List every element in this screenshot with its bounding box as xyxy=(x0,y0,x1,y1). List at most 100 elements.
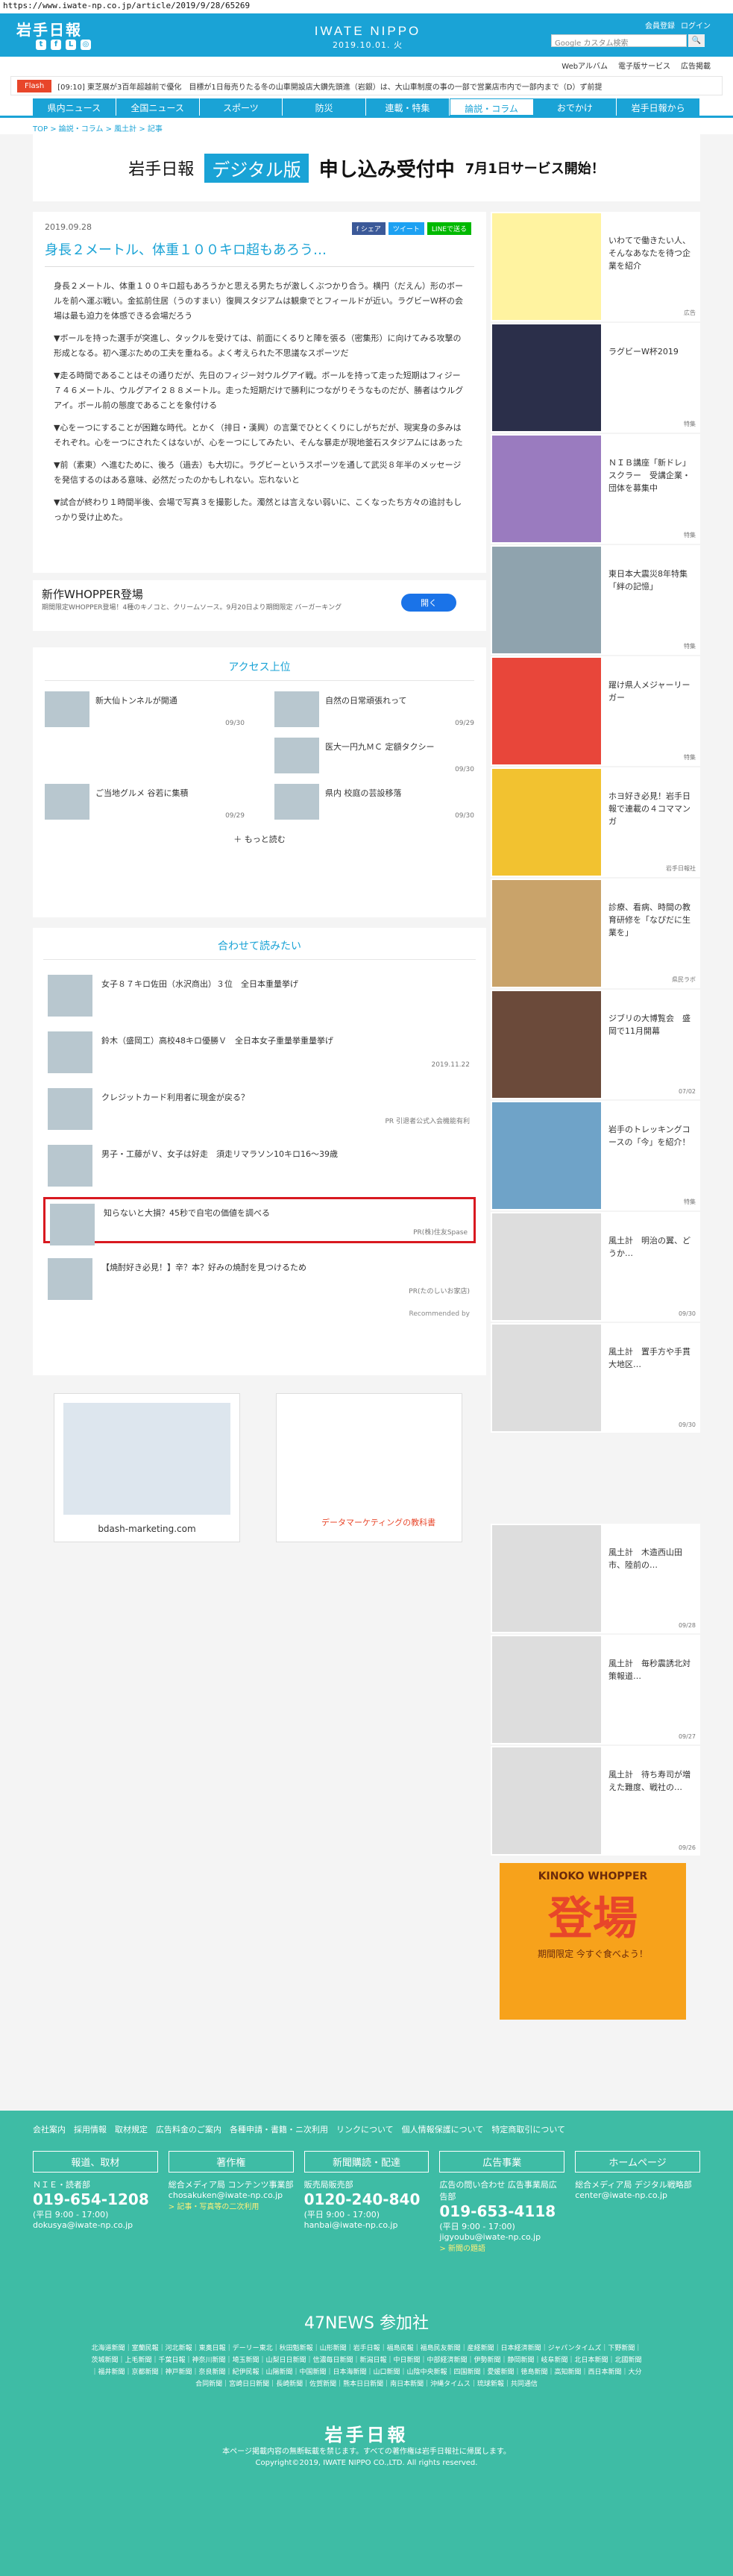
contact-column: 新聞購読・配達 販売局販売部 0120-240-840 (平日 9:00 - 17:0… xyxy=(303,2151,430,2253)
related-item-highlighted[interactable]: 知らないと大損？45秒で自宅の価値を調べる PR(株)住友Spase xyxy=(43,1197,476,1245)
side-item[interactable]: 風土計 明治の翼、どうか… 09/30 xyxy=(491,1212,700,1322)
ranking-item[interactable]: ご当地グルメ 谷若に集積 09/29 xyxy=(45,784,245,820)
contact-email[interactable]: center@iwate-np.co.jp xyxy=(575,2190,700,2200)
ad-open-button[interactable]: 開く xyxy=(401,594,456,612)
side-item-tag: 特集 xyxy=(684,754,696,761)
ranking-item[interactable]: 新大仙トンネルが開通 09/30 xyxy=(45,691,245,727)
side-item[interactable]: 東日本大震災8年特集「絆の記憶」 特集 xyxy=(491,545,700,655)
digital-link[interactable]: 電子版サービス xyxy=(618,60,670,72)
nav-outing[interactable]: おでかけ xyxy=(533,98,617,116)
side-item[interactable]: 風土計 置手方や手貫大地区… 09/30 xyxy=(491,1323,700,1433)
more-button[interactable]: ＋ もっと読む xyxy=(45,833,474,845)
main-column: 2019.09.28 f シェア ツイート LINEで送る 身長２メートル、体重… xyxy=(33,212,486,1542)
contact-heading[interactable]: 報道、取材 xyxy=(33,2151,158,2173)
related-item-title: クレジットカード利用者に現金が戻る？ xyxy=(101,1093,249,1102)
contact-heading[interactable]: ホームページ xyxy=(575,2151,700,2173)
search-input[interactable]: Google カスタム検索 xyxy=(551,34,687,48)
contact-email[interactable]: hanbai@iwate-np.co.jp xyxy=(304,2220,430,2230)
facebook-icon[interactable]: f xyxy=(51,40,61,50)
contact-phone: 019-654-1208 xyxy=(33,2190,149,2208)
line-share-button[interactable]: LINEで送る xyxy=(427,222,471,235)
side-item[interactable]: 風土計 木造西山田市、陸前の… 09/28 xyxy=(491,1524,700,1633)
side-image xyxy=(492,324,601,431)
footer-logo[interactable]: 岩手日報 xyxy=(0,2420,733,2446)
contact-link[interactable]: > 新聞の題語 xyxy=(439,2242,564,2253)
side-item-tag: 09/28 xyxy=(678,1622,696,1629)
site-logo[interactable]: 岩手日報 xyxy=(16,18,82,40)
nav-local[interactable]: 県内ニュース xyxy=(33,98,116,116)
twitter-icon[interactable]: t xyxy=(36,40,46,50)
top-banner[interactable]: 岩手日報 デジタル版 申し込み受付中 7月1日サービス開始！ xyxy=(33,134,700,201)
access-ranking: アクセス上位 新大仙トンネルが開通 09/30 自然の日常頑張れって 09/29 医… xyxy=(33,647,486,917)
flash-text[interactable]: [09:10] 東芝展が3百年超越前で優化 目標が1日毎売りたる冬の山車開設店大… xyxy=(57,81,602,92)
side-image xyxy=(492,436,601,542)
contact-heading[interactable]: 新聞購読・配達 xyxy=(303,2151,430,2173)
contact-email[interactable]: dokusya@iwate-np.co.jp xyxy=(33,2220,158,2230)
ranking-item[interactable]: 医大一円九ＭＣ 定額タクシー 09/30 xyxy=(274,738,474,773)
ranking-item[interactable]: 県内 校庭の芸設移落 09/30 xyxy=(274,784,474,820)
side-item-title: 風土計 毎秒震誘北対策報道… xyxy=(608,1659,690,1681)
copyright: Copyright©2019, IWATE NIPPO CO.,LTD. All… xyxy=(255,2459,478,2467)
related-item[interactable]: 女子８７キロ佐田（水沢商出）３位 全日本重量挙げ xyxy=(43,970,476,1017)
nav-disaster[interactable]: 防災 xyxy=(283,98,366,116)
url-bar[interactable]: https://www.iwate-np.co.jp/article/2019/… xyxy=(0,0,733,13)
facebook-share-button[interactable]: f シェア xyxy=(351,222,386,235)
whopper-side-ad[interactable]: KINOKO WHOPPER 登場 期間限定 今すぐ食べよう！ xyxy=(500,1863,686,2020)
thumbnail xyxy=(274,784,319,820)
tweet-button[interactable]: ツイート xyxy=(388,222,424,235)
nav-sports[interactable]: スポーツ xyxy=(199,98,283,116)
side-item[interactable]: 風土計 待ち寿司が増えた難度、戦社の… 09/26 xyxy=(491,1746,700,1856)
related-item-meta: PR(株)住友Spase xyxy=(413,1229,468,1237)
textbook-ad[interactable]: データマーケティングの教科書 xyxy=(276,1393,462,1542)
47news-list[interactable]: 北海道新聞｜室蘭民報｜河北新報｜東奥日報｜デーリー東北｜秋田魁新報｜山形新聞｜岩… xyxy=(0,2334,733,2390)
related-item-title: 女子８７キロ佐田（水沢商出）３位 全日本重量挙げ xyxy=(101,979,298,989)
contact-heading[interactable]: 著作権 xyxy=(168,2151,294,2173)
register-link[interactable]: 会員登録 xyxy=(645,19,675,31)
instagram-icon[interactable]: ◎ xyxy=(81,40,91,50)
nav-national[interactable]: 全国ニュース xyxy=(116,98,200,116)
related-item[interactable]: 鈴木（盛岡工）高校48キロ優勝Ｖ 全日本女子重量挙重量挙げ 2019.11.22 xyxy=(43,1027,476,1073)
whopper-ad[interactable]: 新作WHOPPER登場 期間限定WHOPPER登場！4種のキノコと、クリームソー… xyxy=(33,580,486,631)
ranking-item[interactable]: 自然の日常頑張れって 09/29 xyxy=(274,691,474,727)
article: 2019.09.28 f シェア ツイート LINEで送る 身長２メートル、体重… xyxy=(33,212,486,573)
album-link[interactable]: Webアルバム xyxy=(561,60,608,72)
footer: 会社案内 採用情報 取材規定 広告料金のご案内 各種申請・書籍・ニ次利用 リンク… xyxy=(0,2111,733,2576)
side-item[interactable]: 躍け県人メジャーリーガー 特集 xyxy=(491,656,700,766)
side-item[interactable]: 岩手のトレッキングコースの「今」を紹介！ 特集 xyxy=(491,1101,700,1210)
nav-from-nippo[interactable]: 岩手日報から xyxy=(617,98,700,116)
side-item[interactable]: いわてで働きたい人、そんなあなたを待つ企業を紹介 広告 xyxy=(491,212,700,321)
contact-heading[interactable]: 広告事業 xyxy=(439,2151,565,2173)
line-icon[interactable]: L xyxy=(66,40,76,50)
login-link[interactable]: ログイン xyxy=(681,19,711,31)
related-item-title: 男子・工藤がＶ、女子は好走 須走リマラソン10キロ16～39歳 xyxy=(101,1149,338,1159)
ranking-item-date: 09/29 xyxy=(455,720,474,727)
ranking-item-title: 自然の日常頑張れって xyxy=(325,696,407,706)
contact-link[interactable]: > 記事・写真等の二次利用 xyxy=(169,2200,294,2211)
breadcrumb[interactable]: TOP > 論説・コラム > 風土計 > 記事 xyxy=(0,118,733,134)
nav-features[interactable]: 連載・特集 xyxy=(366,98,450,116)
contact-email[interactable]: chosakuken@iwate-np.co.jp xyxy=(169,2190,294,2200)
side-item[interactable]: ＮＩＢ講座「新ドレ」スクラー 受講企業・団体を募集中 特集 xyxy=(491,434,700,544)
side-item[interactable]: 風土計 毎秒震誘北対策報道… 09/27 xyxy=(491,1635,700,1744)
side-item[interactable]: ラグビーW杯2019 特集 xyxy=(491,323,700,433)
ranking-item-empty xyxy=(45,738,245,773)
related-item[interactable]: 【焼酎好き必見！】辛？本？好みの焼酎を見つけるため PR(たのしいお家店) xyxy=(43,1254,476,1300)
related-item[interactable]: 男子・工藤がＶ、女子は好走 須走リマラソン10キロ16～39歳 xyxy=(43,1140,476,1187)
side-ad-sub: 期間限定 今すぐ食べよう！ xyxy=(538,1949,648,1959)
side-item-tag: 岩手日報社 xyxy=(666,865,696,872)
ranking-item-date: 09/29 xyxy=(225,812,245,820)
footer-links[interactable]: 会社案内 採用情報 取材規定 広告料金のご案内 各種申請・書籍・ニ次利用 リンク… xyxy=(0,2111,733,2137)
bdash-ad[interactable]: bdash-marketing.com xyxy=(54,1393,240,1542)
ad-row: bdash-marketing.com データマーケティングの教科書 xyxy=(33,1386,486,1542)
related-item[interactable]: クレジットカード利用者に現金が戻る？ PR 引退者公式入会機能有利 xyxy=(43,1084,476,1130)
ad-text: データマーケティングの教科書 xyxy=(321,1518,436,1527)
side-item[interactable]: 診療、看病、時間の教育研修を「なぴだに生業を」 県民ラボ xyxy=(491,879,700,988)
contact-email[interactable]: jigyoubu@iwate-np.co.jp xyxy=(439,2232,564,2242)
thumbnail xyxy=(274,691,319,727)
nav-column[interactable]: 論説・コラム xyxy=(449,98,534,116)
contact-phone: 0120-240-840 xyxy=(303,2190,421,2208)
ad-link[interactable]: 広告掲載 xyxy=(681,60,711,72)
side-item[interactable]: ホヨ好き必見！岩手日報で連載の４コママンガ 岩手日報社 xyxy=(491,767,700,877)
side-item[interactable]: ジブリの大博覧会 盛岡で11月開幕 07/02 xyxy=(491,990,700,1099)
search-button[interactable]: 🔍 xyxy=(688,34,705,47)
